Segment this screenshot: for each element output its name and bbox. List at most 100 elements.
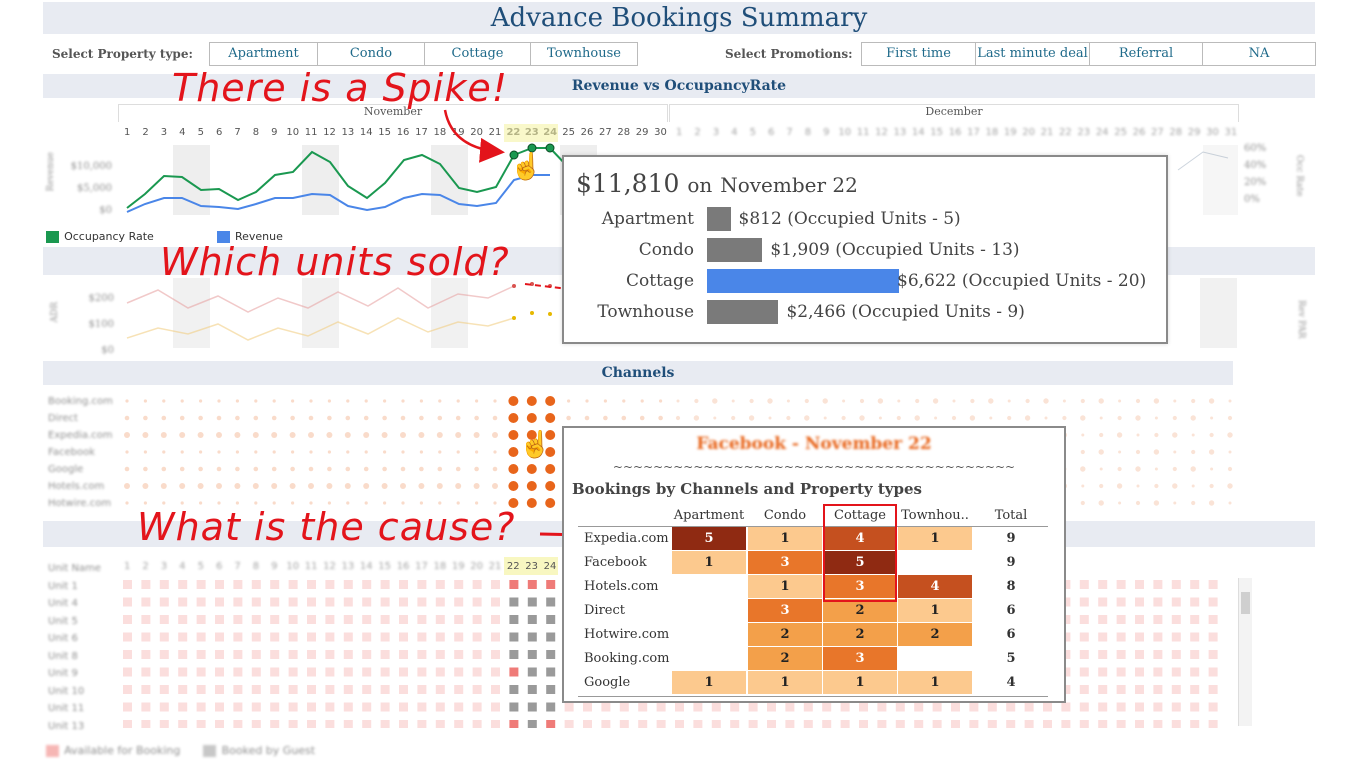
unit-day-cell[interactable] (546, 685, 556, 694)
channel-dot[interactable] (526, 481, 537, 491)
table-cell[interactable] (672, 575, 746, 598)
channel-dot (493, 399, 497, 403)
channel-dot[interactable] (545, 464, 556, 474)
unit-day-cell[interactable] (546, 720, 556, 728)
scrollbar-thumb[interactable] (1241, 592, 1250, 614)
channel-dot[interactable] (508, 464, 519, 474)
channel-dot (345, 415, 351, 421)
unit-day-cell[interactable] (546, 597, 556, 607)
filter-apartment[interactable]: Apartment (210, 43, 318, 65)
available-legend-label: Available for Booking (64, 744, 181, 757)
unit-day-cell[interactable] (527, 702, 537, 712)
units-highlight-day-labels: 22 23 24 (506, 561, 557, 572)
channel-dot (289, 432, 296, 438)
unit-day-cell[interactable] (546, 615, 556, 624)
table-cell[interactable]: 2 (823, 599, 897, 622)
table-cell[interactable] (898, 647, 972, 670)
channel-dot[interactable] (545, 413, 556, 423)
unit-day-cell (141, 580, 151, 589)
unit-day-cell (1153, 720, 1163, 728)
channel-dot[interactable] (526, 396, 537, 406)
unit-day-cell (251, 720, 261, 728)
table-cell[interactable]: 5 (672, 527, 746, 550)
table-cell[interactable]: 1 (748, 575, 822, 598)
unit-day-cell[interactable] (509, 702, 519, 712)
channel-dot (731, 399, 735, 403)
table-cell[interactable]: 3 (748, 551, 822, 574)
day-label: 16 (948, 127, 962, 138)
table-cell[interactable]: 2 (898, 623, 972, 646)
channel-dot[interactable] (545, 498, 556, 508)
channel-dot (951, 415, 957, 421)
channel-dot[interactable] (526, 464, 537, 474)
channel-dot[interactable] (545, 396, 556, 406)
table-cell[interactable]: 2 (748, 647, 822, 670)
unit-day-cell[interactable] (509, 650, 519, 659)
channel-dot[interactable] (508, 396, 519, 406)
unit-day-cell[interactable] (509, 667, 519, 677)
table-cell[interactable]: 2 (748, 623, 822, 646)
table-cell[interactable] (898, 551, 972, 574)
filter-condo[interactable]: Condo (318, 43, 425, 65)
unit-day-cell[interactable] (509, 632, 519, 642)
table-cell[interactable]: 2 (823, 623, 897, 646)
day-label: 8 (804, 127, 812, 138)
unit-day-cell (141, 615, 151, 624)
promo-na[interactable]: NA (1203, 43, 1315, 65)
table-cell[interactable]: 4 (898, 575, 972, 598)
unit-day-cell[interactable] (527, 685, 537, 694)
unit-day-cell (1153, 615, 1163, 624)
channel-dot[interactable] (508, 413, 519, 423)
unit-day-cell[interactable] (527, 720, 537, 728)
table-cell[interactable]: 3 (748, 599, 822, 622)
channel-dot[interactable] (508, 481, 519, 491)
channel-dot (474, 415, 479, 421)
filter-townhouse[interactable]: Townhouse (531, 43, 637, 65)
unit-day-cell[interactable] (527, 580, 537, 589)
table-cell[interactable]: 1 (898, 527, 972, 550)
channel-dot[interactable] (526, 498, 537, 508)
table-cell[interactable]: 1 (898, 671, 972, 694)
unit-day-cell[interactable] (546, 650, 556, 659)
unit-day-cell[interactable] (527, 667, 537, 677)
filter-cottage[interactable]: Cottage (425, 43, 531, 65)
table-cell[interactable]: 1 (748, 527, 822, 550)
unit-day-cell (1116, 580, 1126, 589)
table-cell[interactable] (672, 647, 746, 670)
channel-dot (124, 415, 130, 421)
unit-day-cell[interactable] (546, 667, 556, 677)
day-label: 2 (142, 561, 149, 572)
promo-first-time[interactable]: First time (862, 43, 976, 65)
table-cell[interactable]: 1 (672, 551, 746, 574)
unit-day-cell[interactable] (527, 632, 537, 642)
table-cell[interactable]: 1 (898, 599, 972, 622)
page-title: Advance Bookings Summary (43, 2, 1315, 34)
table-cell[interactable]: 1 (748, 671, 822, 694)
promo-last-minute[interactable]: Last minute deal (976, 43, 1090, 65)
table-cell[interactable]: 1 (672, 671, 746, 694)
unit-day-cell[interactable] (527, 650, 537, 659)
promo-referral[interactable]: Referral (1090, 43, 1203, 65)
unit-day-cell[interactable] (546, 632, 556, 642)
channel-dot[interactable] (526, 413, 537, 423)
unit-day-cell[interactable] (527, 615, 537, 624)
channel-dot[interactable] (545, 481, 556, 491)
channel-dot[interactable] (508, 447, 519, 457)
units-scrollbar[interactable] (1238, 578, 1252, 726)
unit-day-cell[interactable] (527, 597, 537, 607)
unit-day-cell[interactable] (509, 597, 519, 607)
channel-dot[interactable] (508, 430, 519, 440)
channel-dot (694, 398, 699, 404)
unit-day-cell[interactable] (546, 702, 556, 712)
table-cell[interactable]: 1 (823, 671, 897, 694)
unit-day-cell[interactable] (509, 580, 519, 589)
unit-day-cell (380, 597, 390, 607)
table-cell[interactable]: 3 (823, 647, 897, 670)
table-cell[interactable] (672, 599, 746, 622)
unit-day-cell (1171, 685, 1181, 694)
unit-day-cell[interactable] (509, 685, 519, 694)
unit-day-cell[interactable] (546, 580, 556, 589)
unit-day-cell[interactable] (509, 615, 519, 624)
unit-day-cell[interactable] (509, 720, 519, 728)
table-cell[interactable] (672, 623, 746, 646)
